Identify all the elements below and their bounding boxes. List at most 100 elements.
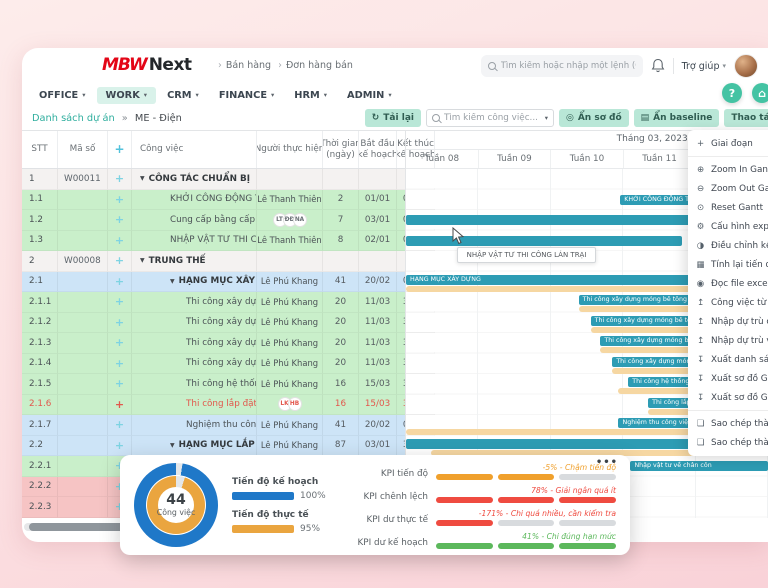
task-search-input[interactable]: Tìm kiếm công việc... ▾ bbox=[426, 109, 554, 127]
collapse-caret-icon[interactable]: ▼ bbox=[140, 257, 145, 264]
task-row-1.1[interactable]: 1.1+KHỞI CÔNG ĐỘNG THỔ DỰ ÁNLê Thanh Thi… bbox=[22, 190, 405, 211]
home-fab[interactable]: ⌂ bbox=[752, 83, 768, 103]
panel-menu-button[interactable]: ••• bbox=[596, 457, 618, 468]
add-subtask-icon[interactable]: + bbox=[108, 415, 132, 436]
gantt-bar[interactable]: KHỞI CÔNG ĐỘNG T bbox=[620, 195, 693, 205]
help-fab[interactable]: ? bbox=[722, 83, 742, 103]
add-subtask-icon[interactable]: + bbox=[108, 354, 132, 375]
nav-item-crm[interactable]: CRM▾ bbox=[158, 87, 208, 104]
task-row-2.1.2[interactable]: 2.1.2+Thi công xây dựng móng bê tông tLê… bbox=[22, 313, 405, 334]
kpi-label: KPI dư thực tế bbox=[342, 516, 428, 526]
gantt-tooltip: NHẬP VẬT TƯ THI CÔNG LÁN TRẠI bbox=[457, 247, 597, 263]
task-row-1.3[interactable]: 1.3+NHẬP VẬT TƯ THI CÔNG LÁN TRẠILê Than… bbox=[22, 231, 405, 252]
hide-diagram-button[interactable]: ◎ Ẩn sơ đồ bbox=[559, 109, 629, 127]
task-row-2.1.1[interactable]: 2.1.1+Thi công xây dựng móng bê tông TLê… bbox=[22, 292, 405, 313]
nav-item-office[interactable]: OFFICE▾ bbox=[30, 87, 95, 104]
task-name: Thi công xây dựng móng bê tông t bbox=[186, 317, 257, 327]
collapse-caret-icon[interactable]: ▼ bbox=[140, 175, 145, 182]
breadcrumb-item-2[interactable]: Đơn hàng bán bbox=[286, 60, 353, 71]
assignee-avatar: NA bbox=[293, 213, 307, 227]
cell-code bbox=[58, 395, 108, 416]
help-menu[interactable]: Trợ giúp ▾ bbox=[682, 61, 726, 72]
add-subtask-icon[interactable]: + bbox=[108, 292, 132, 313]
notifications-bell-icon[interactable] bbox=[651, 58, 665, 74]
task-row-2[interactable]: 2W00008+▼TRUNG THẾ bbox=[22, 251, 405, 272]
task-row-2.1[interactable]: 2.1+▼HẠNG MỤC XÂY DỰNGLê Phú Khang4120/0… bbox=[22, 272, 405, 293]
task-name: HẠNG MỤC LẮP ĐẶT bbox=[179, 440, 257, 450]
add-subtask-icon[interactable]: + bbox=[108, 436, 132, 457]
week-label: Tuần 08 bbox=[406, 150, 478, 168]
menu-item[interactable]: ↥Nhập dự trù công bbox=[688, 312, 768, 331]
nav-item-hrm[interactable]: HRM▾ bbox=[285, 87, 336, 104]
task-name: KHỞI CÔNG ĐỘNG THỔ DỰ ÁN bbox=[170, 194, 257, 204]
menu-item[interactable]: ↧Xuất danh sách c bbox=[688, 350, 768, 369]
nav-item-work[interactable]: WORK▾ bbox=[97, 87, 157, 104]
task-row-2.2[interactable]: 2.2+▼HẠNG MỤC LẮP ĐẶTLê Phú Khang8703/01… bbox=[22, 436, 405, 457]
menu-item[interactable]: ❏Sao chép thành d bbox=[688, 414, 768, 433]
user-avatar[interactable] bbox=[734, 54, 758, 78]
menu-item[interactable]: ↧Xuất sơ đồ Gantt bbox=[688, 369, 768, 388]
gantt-bar[interactable]: Nhập vật tư về chân côn bbox=[630, 461, 768, 471]
week-label: Tuần 09 bbox=[478, 150, 551, 168]
menu-item[interactable]: ◑Điều chỉnh kế hoạ bbox=[688, 236, 768, 255]
hide-baseline-button[interactable]: ▤ Ẩn baseline bbox=[634, 109, 720, 127]
breadcrumb-item-1[interactable]: Bán hàng bbox=[226, 60, 271, 71]
menu-item[interactable]: ↥Công việc từ Exce bbox=[688, 293, 768, 312]
menu-item[interactable]: ⚙Cấu hình expand c bbox=[688, 217, 768, 236]
task-name: Nghiệm thu công việc xây dựng từ bbox=[186, 420, 257, 430]
cell-stt: 1.3 bbox=[22, 231, 58, 252]
menu-item[interactable]: +Giai đoạn bbox=[688, 134, 768, 153]
contrast-icon: ◑ bbox=[695, 241, 706, 251]
nav-item-admin[interactable]: ADMIN ▾ bbox=[338, 87, 401, 104]
gantt-bar[interactable]: Thi công xây dựng móng b bbox=[612, 357, 693, 367]
task-row-2.1.6[interactable]: 2.1.6+Thi công lắp đặt mốc sứ cáp ngầmLK… bbox=[22, 395, 405, 416]
menu-item[interactable]: ⊖Zoom Out Gantt bbox=[688, 179, 768, 198]
global-search-input[interactable]: Tìm kiếm hoặc nhập một lệnh (Ctrl + G) bbox=[481, 55, 643, 77]
task-row-1.2[interactable]: 1.2+Cung cấp bằng cấp chứng chỉ photo cL… bbox=[22, 210, 405, 231]
actions-button[interactable]: Thao tác bbox=[724, 109, 768, 127]
gantt-bar[interactable]: Thi công lắp đặt mốc s bbox=[648, 398, 693, 408]
collapse-caret-icon[interactable]: ▼ bbox=[170, 442, 175, 449]
add-subtask-icon[interactable]: + bbox=[108, 190, 132, 211]
add-subtask-icon[interactable]: + bbox=[108, 313, 132, 334]
task-name: Thi công lắp đặt mốc sứ cáp ngầm bbox=[186, 399, 257, 409]
menu-item[interactable]: ↧Xuất sơ đồ Gantt bbox=[688, 388, 768, 407]
add-subtask-icon[interactable]: + bbox=[108, 395, 132, 416]
task-search-placeholder: Tìm kiếm công việc... bbox=[444, 113, 541, 123]
app-logo[interactable]: MBWNext bbox=[102, 55, 192, 75]
menu-item[interactable]: ⊙Reset Gantt bbox=[688, 198, 768, 217]
add-subtask-icon[interactable]: + bbox=[108, 333, 132, 354]
collapse-caret-icon[interactable]: ▼ bbox=[170, 278, 175, 285]
menu-item[interactable]: ▦Tính lại tiến độ th bbox=[688, 255, 768, 274]
task-row-1[interactable]: 1W00011+▼CÔNG TÁC CHUẨN BỊ bbox=[22, 169, 405, 190]
gantt-bar[interactable] bbox=[406, 236, 682, 246]
reload-button[interactable]: ↻ Tải lại bbox=[365, 109, 421, 127]
nav-item-finance[interactable]: FINANCE▾ bbox=[210, 87, 283, 104]
projects-link[interactable]: Danh sách dự án bbox=[32, 113, 115, 124]
add-subtask-icon[interactable]: + bbox=[108, 231, 132, 252]
task-row-2.1.3[interactable]: 2.1.3+Thi công xây dựng móng bê tông TLê… bbox=[22, 333, 405, 354]
gantt-bar[interactable]: Thi công xây dựng móng bê tông Tủ bbox=[579, 295, 694, 305]
add-subtask-icon[interactable]: + bbox=[108, 272, 132, 293]
menu-item[interactable]: ◉Đọc file excel dự t bbox=[688, 274, 768, 293]
add-subtask-icon[interactable]: + bbox=[108, 210, 132, 231]
cell-start-date: 03/01 bbox=[359, 210, 397, 231]
kpi-segment bbox=[559, 520, 616, 526]
menu-item[interactable]: ❏Sao chép thành d bbox=[688, 433, 768, 452]
add-subtask-icon[interactable]: + bbox=[108, 251, 132, 272]
menu-item[interactable]: ⊕Zoom In Gantt bbox=[688, 160, 768, 179]
gantt-bar[interactable]: Thi công xây dựng móng bê tông bbox=[591, 316, 694, 326]
task-row-2.1.4[interactable]: 2.1.4+Thi công xây dựng móng bê tông tLê… bbox=[22, 354, 405, 375]
cell-code: W00008 bbox=[58, 251, 108, 272]
chevron-down-icon: ▾ bbox=[388, 91, 391, 99]
kpi-note: 41% - Chi đúng hạn mức bbox=[522, 533, 616, 541]
gantt-bar[interactable]: Thi công xây dựng móng bê tô bbox=[600, 336, 693, 346]
menu-item[interactable]: ↥Nhập dự trù vật li bbox=[688, 331, 768, 350]
cell-duration bbox=[323, 169, 359, 190]
gantt-bar[interactable]: Thi công hệ thống ng bbox=[628, 377, 693, 387]
task-row-2.1.7[interactable]: 2.1.7+Nghiệm thu công việc xây dựng từLê… bbox=[22, 415, 405, 436]
add-subtask-icon[interactable]: + bbox=[108, 169, 132, 190]
task-row-2.1.5[interactable]: 2.1.5+Thi công hệ thống ngầm tiếp địa TL… bbox=[22, 374, 405, 395]
nav-item-label: ADMIN bbox=[347, 90, 384, 101]
add-subtask-icon[interactable]: + bbox=[108, 374, 132, 395]
